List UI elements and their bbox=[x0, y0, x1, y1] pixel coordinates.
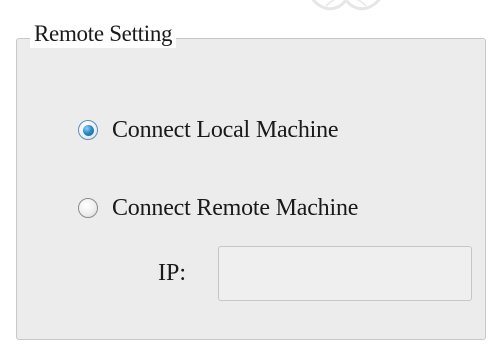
radio-dot-icon bbox=[82, 124, 94, 136]
ip-input[interactable] bbox=[218, 246, 472, 301]
connect-local-radio[interactable]: Connect Local Machine bbox=[78, 115, 339, 145]
ip-label: IP: bbox=[158, 260, 187, 286]
emblem-watermark-icon bbox=[311, 0, 381, 11]
radio-selected-icon[interactable] bbox=[78, 120, 98, 140]
connect-remote-label[interactable]: Connect Remote Machine bbox=[112, 193, 358, 223]
connect-remote-radio[interactable]: Connect Remote Machine bbox=[78, 193, 358, 223]
connect-local-label[interactable]: Connect Local Machine bbox=[112, 115, 339, 145]
radio-unselected-icon[interactable] bbox=[78, 198, 98, 218]
remote-setting-title: Remote Setting bbox=[30, 20, 177, 48]
